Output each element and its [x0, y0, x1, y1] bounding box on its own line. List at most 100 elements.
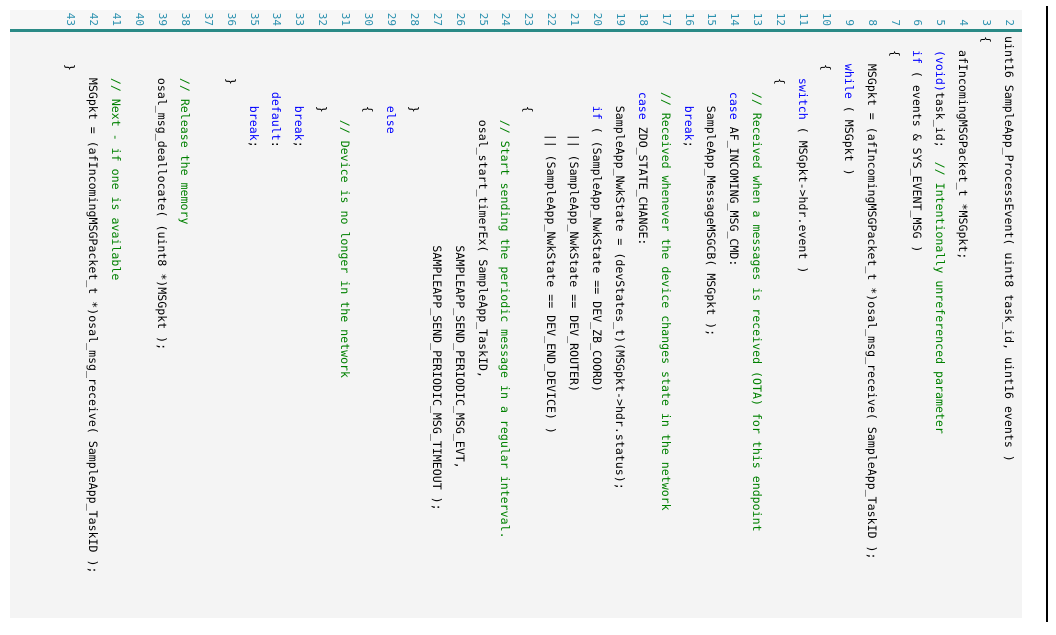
code-line[interactable]: SampleApp_NwkState = (devStates_t)(MSGpk… — [608, 36, 631, 618]
code-line[interactable]: uint16 SampleApp_ProcessEvent( uint8 tas… — [997, 36, 1020, 618]
code-line[interactable]: if ( (SampleApp_NwkState == DEV_ZB_COORD… — [585, 36, 608, 618]
code-line[interactable]: default: — [265, 36, 288, 618]
keyword-token: switch — [795, 36, 810, 120]
line-number: 14 — [728, 12, 742, 26]
line-number: 15 — [705, 12, 719, 26]
line-number: 36 — [224, 12, 238, 26]
code-line[interactable]: || (SampleApp_NwkState == DEV_END_DEVICE… — [539, 36, 562, 618]
code-text: } — [315, 36, 330, 113]
code-line[interactable]: { — [356, 36, 379, 618]
code-text: } — [63, 36, 78, 71]
code-line[interactable]: { — [768, 36, 791, 618]
code-text: { — [887, 36, 902, 57]
code-line[interactable]: case AF_INCOMING_MSG_CMD: — [722, 36, 745, 618]
code-area[interactable]: uint16 SampleApp_ProcessEvent( uint8 tas… — [10, 32, 1022, 618]
code-text: afIncomingMSGPacket_t *MSGpkt; — [956, 36, 971, 260]
code-text: { — [818, 36, 833, 71]
code-line[interactable]: osal_msg_deallocate( (uint8 *)MSGpkt ); — [150, 36, 173, 618]
line-number: 12 — [774, 12, 788, 26]
code-line[interactable]: // Release the memory — [173, 36, 196, 618]
code-text: } — [406, 36, 421, 113]
comment-token: // Release the memory — [177, 36, 192, 225]
comment-token: // Device is no longer in the network — [338, 36, 353, 379]
code-line[interactable]: (void)task_id; // Intentionally unrefere… — [928, 36, 951, 618]
code-line[interactable]: break; — [677, 36, 700, 618]
line-number: 29 — [384, 12, 398, 26]
code-line[interactable]: // Start sending the periodic message in… — [494, 36, 517, 618]
code-line[interactable]: else — [379, 36, 402, 618]
keyword-token: break — [681, 36, 696, 141]
code-line[interactable]: while ( MSGpkt ) — [837, 36, 860, 618]
code-line[interactable]: switch ( MSGpkt->hdr.event ) — [791, 36, 814, 618]
code-line[interactable]: if ( events & SYS_EVENT_MSG ) — [906, 36, 929, 618]
code-text: osal_start_timerEx( SampleApp_TaskID, — [475, 36, 490, 379]
code-line[interactable]: SampleApp_MessageMSGCB( MSGpkt ); — [700, 36, 723, 618]
line-number: 21 — [568, 12, 582, 26]
line-number: 9 — [842, 19, 856, 26]
code-line[interactable]: { — [814, 36, 837, 618]
code-line[interactable]: { — [974, 36, 997, 618]
code-line[interactable]: } — [402, 36, 425, 618]
keyword-token: if — [589, 36, 604, 120]
code-line[interactable]: // Next - if one is available — [104, 36, 127, 618]
code-line[interactable]: || (SampleApp_NwkState == DEV_ROUTER) — [562, 36, 585, 618]
line-number: 25 — [476, 12, 490, 26]
code-line[interactable] — [127, 36, 150, 618]
code-text: AF_INCOMING_MSG_CMD: — [727, 119, 742, 267]
code-text: { — [521, 36, 536, 113]
line-number: 30 — [362, 12, 376, 26]
code-text: ; — [246, 140, 261, 148]
code-text: SampleApp_NwkState = (devStates_t)(MSGpk… — [612, 36, 627, 490]
keyword-token: case — [727, 36, 742, 120]
code-line[interactable] — [196, 36, 219, 618]
line-number: 19 — [613, 12, 627, 26]
code-line[interactable]: // Device is no longer in the network — [333, 36, 356, 618]
line-number: 33 — [293, 12, 307, 26]
code-text: || (SampleApp_NwkState == DEV_ROUTER) — [567, 36, 582, 392]
comment-token: // Start sending the periodic message in… — [498, 36, 513, 539]
code-line[interactable]: break; — [242, 36, 265, 618]
code-line[interactable]: { — [516, 36, 539, 618]
code-line[interactable]: } — [310, 36, 333, 618]
code-line[interactable]: afIncomingMSGPacket_t *MSGpkt; — [951, 36, 974, 618]
code-line[interactable]: case ZDO_STATE_CHANGE: — [631, 36, 654, 618]
code-editor[interactable]: 2 3 4 5 6 7 8 9 10 11 12 13 14 15 16 17 18 19 20 21 22 23 24 25… — [10, 10, 1022, 618]
code-text: ( events & SYS_EVENT_MSG ) — [910, 63, 925, 253]
line-number: 32 — [316, 12, 330, 26]
line-number: 23 — [522, 12, 536, 26]
code-line[interactable]: } — [219, 36, 242, 618]
keyword-token: default — [269, 36, 284, 141]
keyword-token: else — [383, 36, 398, 134]
code-line[interactable]: // Received when a messages is received … — [745, 36, 768, 618]
code-text: { — [773, 36, 788, 85]
line-number: 35 — [247, 12, 261, 26]
code-line[interactable]: SAMPLEAPP_SEND_PERIODIC_MSG_TIMEOUT ); — [425, 36, 448, 618]
code-line[interactable]: SAMPLEAPP_SEND_PERIODIC_MSG_EVT, — [448, 36, 471, 618]
code-line[interactable]: MSGpkt = (afIncomingMSGPacket_t *)osal_m… — [81, 36, 104, 618]
line-number: 4 — [957, 19, 971, 26]
keyword-token: while — [841, 36, 856, 99]
line-number-gutter: 2 3 4 5 6 7 8 9 10 11 12 13 14 15 16 17 18 19 20 21 22 23 24 25… — [10, 10, 1022, 32]
code-text: ZDO_STATE_CHANGE: — [635, 119, 650, 246]
line-number: 17 — [659, 12, 673, 26]
line-number: 18 — [636, 12, 650, 26]
code-line[interactable]: // Received whenever the device changes … — [654, 36, 677, 618]
line-number: 10 — [819, 12, 833, 26]
line-number: 20 — [590, 12, 604, 26]
code-line[interactable]: } — [59, 36, 82, 618]
code-line[interactable]: break; — [288, 36, 311, 618]
line-number: 2 — [1003, 19, 1016, 26]
code-text: SAMPLEAPP_SEND_PERIODIC_MSG_TIMEOUT ); — [429, 36, 444, 511]
code-line[interactable]: osal_start_timerEx( SampleApp_TaskID, — [471, 36, 494, 618]
code-text: task_id; — [933, 91, 948, 162]
code-text: { — [979, 36, 994, 43]
code-text: MSGpkt = (afIncomingMSGPacket_t *)osal_m… — [864, 36, 879, 560]
line-number: 3 — [980, 19, 994, 26]
page-edge-line — [1046, 6, 1048, 622]
code-line[interactable]: MSGpkt = (afIncomingMSGPacket_t *)osal_m… — [860, 36, 883, 618]
line-number: 6 — [911, 19, 925, 26]
code-text: MSGpkt = (afIncomingMSGPacket_t *)osal_m… — [86, 36, 101, 574]
code-text: ( (SampleApp_NwkState == DEV_ZB_COORD) — [589, 119, 604, 392]
code-line[interactable]: { — [883, 36, 906, 618]
line-number: 5 — [934, 19, 948, 26]
